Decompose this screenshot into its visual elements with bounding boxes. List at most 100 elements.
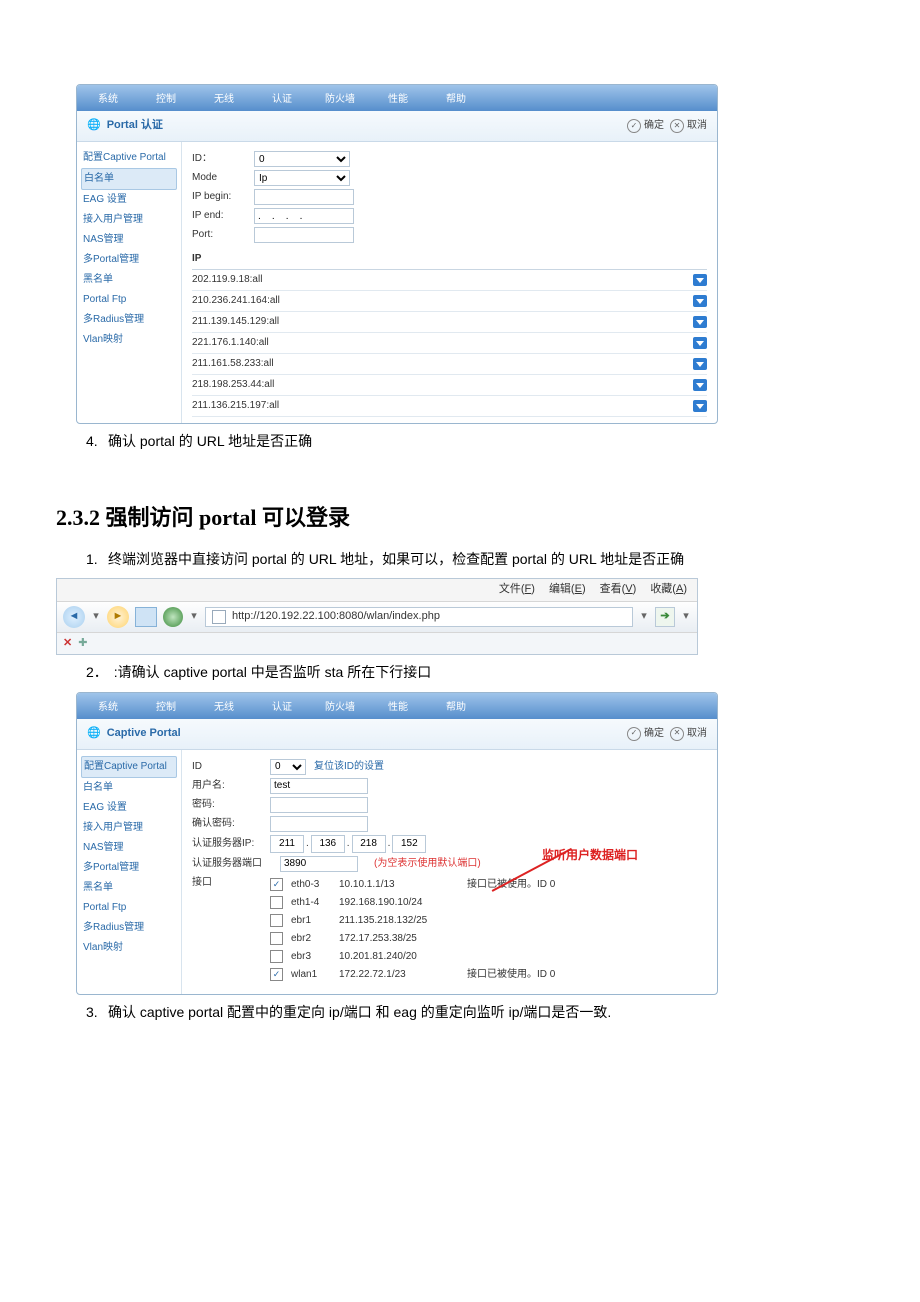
cancel-button[interactable]: ✕取消 bbox=[670, 118, 707, 134]
chevron-down-icon[interactable] bbox=[693, 379, 707, 391]
mode-select[interactable]: Ip bbox=[254, 170, 350, 186]
sidebar-item[interactable]: 黑名单 bbox=[81, 878, 177, 898]
chevron-down-icon[interactable] bbox=[693, 358, 707, 370]
topnav-perf[interactable]: 性能 bbox=[371, 697, 425, 719]
back-icon[interactable]: ◄ bbox=[63, 606, 85, 628]
checkbox[interactable] bbox=[270, 950, 283, 963]
chevron-down-icon[interactable] bbox=[693, 316, 707, 328]
panel-title: Captive Portal bbox=[107, 725, 181, 743]
menu-edit[interactable]: 编辑(E) bbox=[549, 581, 586, 599]
new-tab-icon[interactable]: ✚ bbox=[78, 635, 87, 653]
iface-row: eth1-4192.168.190.10/24 bbox=[270, 895, 555, 911]
panel2-sidebar: 配置Captive Portal 白名单 EAG 设置 接入用户管理 NAS管理… bbox=[77, 750, 182, 994]
password-input[interactable] bbox=[270, 797, 368, 813]
globe-icon: 🌐 bbox=[87, 725, 101, 743]
sidebar-item[interactable]: 接入用户管理 bbox=[81, 818, 177, 838]
sidebar-item[interactable]: NAS管理 bbox=[81, 838, 177, 858]
ipbegin-label: IP begin: bbox=[192, 189, 246, 205]
ok-button[interactable]: ✓确定 bbox=[627, 726, 664, 742]
go-dropdown[interactable]: ▾ bbox=[681, 608, 691, 626]
topnav-auth[interactable]: 认证 bbox=[255, 89, 309, 111]
checkbox[interactable] bbox=[270, 932, 283, 945]
address-bar[interactable]: http://120.192.22.100:8080/wlan/index.ph… bbox=[205, 607, 633, 627]
sidebar-item[interactable]: EAG 设置 bbox=[81, 190, 177, 210]
sidebar-item[interactable]: Vlan映射 bbox=[81, 330, 177, 350]
ip-row: 211.161.58.233:all bbox=[192, 354, 707, 375]
chevron-down-icon[interactable] bbox=[693, 295, 707, 307]
auth-port-input[interactable] bbox=[280, 856, 358, 872]
pwd-label: 密码: bbox=[192, 797, 262, 813]
address-dropdown[interactable]: ▾ bbox=[639, 608, 649, 626]
topnav-help[interactable]: 帮助 bbox=[429, 697, 483, 719]
checkbox[interactable] bbox=[270, 914, 283, 927]
sidebar-item[interactable]: 多Radius管理 bbox=[81, 310, 177, 330]
id-select[interactable]: 0 bbox=[254, 151, 350, 167]
browser-menu: 文件(F) 编辑(E) 查看(V) 收藏(A) bbox=[57, 579, 697, 602]
ip-begin-input[interactable] bbox=[254, 189, 354, 205]
topnav-sys[interactable]: 系统 bbox=[81, 89, 135, 111]
topnav-wlan[interactable]: 无线 bbox=[197, 697, 251, 719]
sidebar-item[interactable]: 多Portal管理 bbox=[81, 858, 177, 878]
forward-icon[interactable]: ► bbox=[107, 606, 129, 628]
topnav-ctrl[interactable]: 控制 bbox=[139, 89, 193, 111]
menu-view[interactable]: 查看(V) bbox=[600, 581, 637, 599]
step-3: 3.确认 captive portal 配置中的重定向 ip/端口 和 eag … bbox=[86, 1001, 864, 1023]
topnav-ctrl[interactable]: 控制 bbox=[139, 697, 193, 719]
sidebar-item[interactable]: 接入用户管理 bbox=[81, 210, 177, 230]
port-note: (为空表示使用默认端口) bbox=[374, 856, 481, 872]
sidebar-item[interactable]: EAG 设置 bbox=[81, 798, 177, 818]
user-input[interactable] bbox=[270, 778, 368, 794]
checkbox[interactable]: ✓ bbox=[270, 968, 283, 981]
authip-label: 认证服务器IP: bbox=[192, 836, 262, 852]
sidebar-item[interactable]: 多Portal管理 bbox=[81, 250, 177, 270]
window-icon[interactable] bbox=[135, 607, 157, 627]
app-topnav: 系统 控制 无线 认证 防火墙 性能 帮助 bbox=[77, 693, 717, 719]
sidebar-item[interactable]: 白名单 bbox=[81, 778, 177, 798]
section-heading: 2.3.2 强制访问 portal 可以登录 bbox=[56, 500, 864, 535]
id-label: ID bbox=[192, 759, 262, 775]
checkbox[interactable] bbox=[270, 896, 283, 909]
sidebar-item[interactable]: Vlan映射 bbox=[81, 938, 177, 958]
topnav-fw[interactable]: 防火墙 bbox=[313, 697, 367, 719]
checkbox[interactable]: ✓ bbox=[270, 878, 283, 891]
menu-file[interactable]: 文件(F) bbox=[499, 581, 535, 599]
sidebar-item[interactable]: Portal Ftp bbox=[81, 290, 177, 310]
sidebar-item[interactable]: Portal Ftp bbox=[81, 898, 177, 918]
sidebar-item[interactable]: 白名单 bbox=[81, 168, 177, 190]
reset-id-link[interactable]: 复位该ID的设置 bbox=[314, 759, 384, 775]
id-label: ID： bbox=[192, 151, 246, 167]
topnav-perf[interactable]: 性能 bbox=[371, 89, 425, 111]
topnav-help[interactable]: 帮助 bbox=[429, 89, 483, 111]
sidebar-item[interactable]: 黑名单 bbox=[81, 270, 177, 290]
ok-button[interactable]: ✓确定 bbox=[627, 118, 664, 134]
port-input[interactable] bbox=[254, 227, 354, 243]
ip-list-header: IP bbox=[192, 251, 707, 270]
ip-end-input[interactable] bbox=[254, 208, 354, 224]
topnav-fw[interactable]: 防火墙 bbox=[313, 89, 367, 111]
sidebar-item[interactable]: 配置Captive Portal bbox=[81, 756, 177, 778]
chevron-down-icon[interactable] bbox=[693, 337, 707, 349]
topnav-sys[interactable]: 系统 bbox=[81, 697, 135, 719]
password-confirm-input[interactable] bbox=[270, 816, 368, 832]
id-select[interactable]: 0 bbox=[270, 759, 306, 775]
globe-dropdown[interactable]: ▾ bbox=[189, 608, 199, 626]
chevron-down-icon[interactable] bbox=[693, 274, 707, 286]
sidebar-item[interactable]: 配置Captive Portal bbox=[81, 148, 177, 168]
sidebar-item[interactable]: NAS管理 bbox=[81, 230, 177, 250]
cancel-button[interactable]: ✕取消 bbox=[670, 726, 707, 742]
browser-figure: 文件(F) 编辑(E) 查看(V) 收藏(A) ◄ ▾ ► ▾ http://1… bbox=[56, 578, 698, 655]
sidebar-item[interactable]: 多Radius管理 bbox=[81, 918, 177, 938]
go-button[interactable]: ➔ bbox=[655, 607, 675, 627]
menu-fav[interactable]: 收藏(A) bbox=[650, 581, 687, 599]
ip-row: 211.136.215.197:all bbox=[192, 396, 707, 417]
globe-icon[interactable] bbox=[163, 607, 183, 627]
topnav-auth[interactable]: 认证 bbox=[255, 697, 309, 719]
back-dropdown[interactable]: ▾ bbox=[91, 608, 101, 626]
panel1-sidebar: 配置Captive Portal 白名单 EAG 设置 接入用户管理 NAS管理… bbox=[77, 142, 182, 423]
close-tab-icon[interactable]: ✕ bbox=[63, 635, 72, 653]
topnav-wlan[interactable]: 无线 bbox=[197, 89, 251, 111]
auth-ip-input[interactable]: . . . bbox=[270, 835, 426, 853]
iface-row: ebr2172.17.253.38/25 bbox=[270, 931, 555, 947]
user-label: 用户名: bbox=[192, 778, 262, 794]
chevron-down-icon[interactable] bbox=[693, 400, 707, 412]
